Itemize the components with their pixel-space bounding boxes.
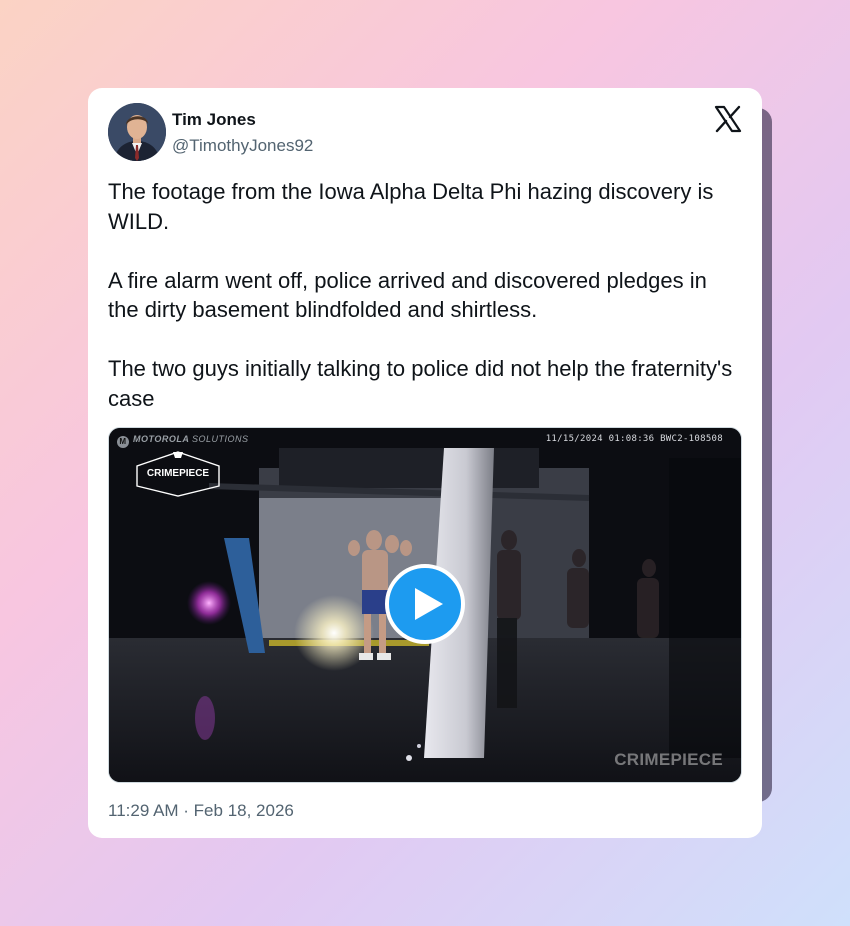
tweet-paragraph: The footage from the Iowa Alpha Delta Ph… <box>108 179 714 234</box>
crimepiece-badge: CRIMEPIECE <box>133 446 223 498</box>
tweet-paragraph: A fire alarm went off, police arrived an… <box>108 267 707 323</box>
badge-label: CRIMEPIECE <box>146 468 210 479</box>
motorola-logo-icon: M <box>117 436 129 448</box>
tweet-timestamp[interactable]: 11:29 AM · Feb 18, 2026 <box>108 801 294 821</box>
watermark: CRIMEPIECE <box>614 750 723 769</box>
tweet-text: The footage from the Iowa Alpha Delta Ph… <box>108 177 738 413</box>
camera-timestamp: 11/15/2024 01:08:36 BWC2-108508 <box>545 434 723 444</box>
video-player[interactable]: M MOTOROLA SOLUTIONS 11/15/2024 01:08:36 … <box>108 427 742 783</box>
play-button[interactable] <box>385 564 465 644</box>
author-handle[interactable]: @TimothyJones92 <box>172 136 313 156</box>
play-icon <box>415 588 443 620</box>
camera-brand-text: MOTOROLA <box>133 434 189 444</box>
x-logo-icon[interactable] <box>714 105 742 133</box>
tweet-card: Tim Jones @TimothyJones92 The footage fr… <box>88 88 762 838</box>
author-name[interactable]: Tim Jones <box>172 110 256 130</box>
camera-brand-suffix: SOLUTIONS <box>192 434 249 444</box>
avatar[interactable] <box>108 103 166 161</box>
tweet-paragraph: The two guys initially talking to police… <box>108 356 733 411</box>
